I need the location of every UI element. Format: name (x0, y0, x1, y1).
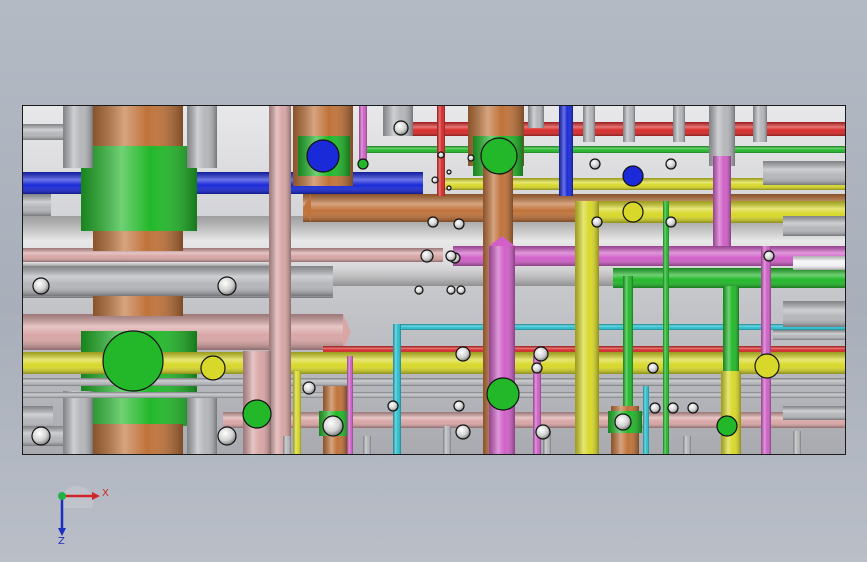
graphics-viewport[interactable]: X Z (0, 0, 867, 562)
port-opening (446, 185, 452, 191)
x-axis-arrow (92, 492, 100, 500)
port-gray-right (614, 413, 632, 431)
port-opening (446, 169, 452, 175)
port-opening (453, 400, 465, 412)
port-opening (589, 158, 601, 170)
port-opening (427, 216, 439, 228)
port-opening (533, 346, 549, 362)
pipe-model-view[interactable] (22, 105, 846, 455)
port-gray-low (322, 415, 344, 437)
port-opening (455, 346, 471, 362)
y-axis-origin (58, 492, 66, 500)
z-axis-label: Z (58, 536, 65, 544)
orientation-triad: X Z (58, 485, 109, 544)
port-opening (453, 218, 465, 230)
port-opening (763, 250, 775, 262)
x-axis-label: X (102, 488, 109, 499)
port-opening (535, 424, 551, 440)
port-yellow-left (200, 355, 226, 381)
port-green-low (242, 399, 272, 429)
port-opening (414, 285, 424, 295)
port-opening (437, 151, 445, 159)
port-green-right (716, 415, 738, 437)
port-opening (456, 285, 466, 295)
port-opening (217, 426, 237, 446)
port-yellow (622, 201, 644, 223)
port-opening (420, 249, 434, 263)
port-opening (431, 176, 439, 184)
port-opening (455, 424, 471, 440)
port-opening (467, 154, 475, 162)
port-opening (302, 381, 316, 395)
pipe-assembly-render[interactable] (23, 106, 846, 455)
port-blue-small (622, 165, 644, 187)
port-green-tiny (357, 158, 369, 170)
port-opening (31, 426, 51, 446)
port-green-large (102, 330, 164, 392)
port-opening (667, 402, 679, 414)
port-green-center (486, 377, 520, 411)
port-blue (306, 139, 340, 173)
port-opening (665, 216, 677, 228)
port-opening (649, 402, 661, 414)
port-opening (647, 362, 659, 374)
port-opening (445, 250, 457, 262)
port-opening (387, 400, 399, 412)
port-opening (687, 402, 699, 414)
port-opening (393, 120, 409, 136)
port-opening (531, 362, 543, 374)
port-opening (32, 277, 50, 295)
port-opening (217, 276, 237, 296)
port-opening (591, 216, 603, 228)
port-yellow-right (754, 353, 780, 379)
port-opening (446, 285, 456, 295)
port-opening (665, 158, 677, 170)
port-green-top (480, 137, 518, 175)
z-axis-arrow (58, 528, 66, 536)
